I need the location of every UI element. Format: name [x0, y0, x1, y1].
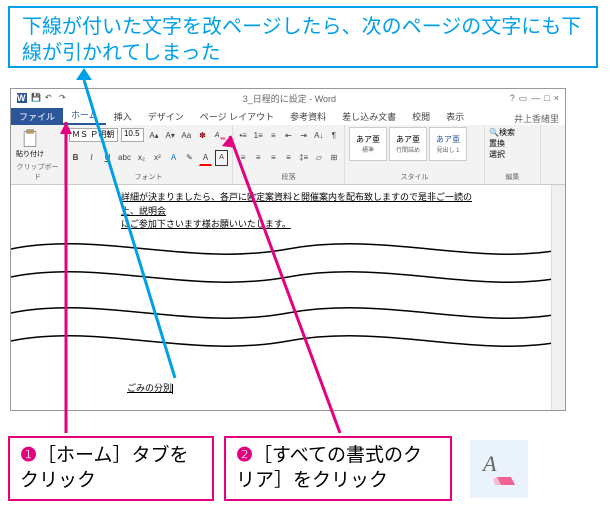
- tab-home[interactable]: ホーム: [63, 106, 106, 125]
- replace-button[interactable]: 置換: [489, 138, 536, 149]
- ribbon-tabs: ファイル ホーム 挿入 デザイン ページ レイアウト 参考資料 差し込み文書 校…: [11, 107, 565, 125]
- svg-text:A: A: [214, 132, 220, 139]
- find-icon: 🔍: [489, 128, 499, 137]
- document-paragraph: 詳細が決まりましたら、各戸に欧定案資料と開催案内を配布致しますので是非ご一読の上…: [121, 191, 481, 232]
- font-color-icon[interactable]: A: [199, 150, 212, 166]
- maximize-icon[interactable]: □: [544, 93, 549, 104]
- paste-label: 貼り付け: [16, 149, 44, 159]
- page2-text: ごみの分別: [127, 381, 173, 394]
- shading-icon[interactable]: ▱: [313, 150, 325, 166]
- word-window: W 💾 ↶ ↷ 3_日程的に設定 - Word ? ▭ — □ × ファイル ホ…: [10, 88, 566, 411]
- show-marks-icon[interactable]: ¶: [328, 127, 340, 143]
- font-size-select[interactable]: 10.5: [121, 128, 145, 142]
- document-title: 3_日程的に設定 - Word: [69, 92, 510, 105]
- paste-button[interactable]: 貼り付け: [15, 127, 45, 161]
- select-button[interactable]: 選択: [489, 149, 536, 160]
- tab-view[interactable]: 表示: [438, 108, 472, 125]
- multilevel-icon[interactable]: ≡: [267, 127, 279, 143]
- step1-text: ［ホーム］タブをクリック: [20, 445, 188, 491]
- align-right-icon[interactable]: ≡: [267, 150, 279, 166]
- page-break-wave-2: [11, 259, 565, 295]
- change-case-icon[interactable]: Aa: [180, 127, 193, 143]
- subscript-icon[interactable]: x₂: [135, 150, 148, 166]
- group-font: ＭＳ Ｐ明朝 10.5 A▴ A▾ Aa ✽ A B I U abc x₂ x²…: [65, 125, 233, 184]
- minimize-icon[interactable]: —: [531, 93, 540, 104]
- decrease-indent-icon[interactable]: ⇤: [282, 127, 294, 143]
- align-center-icon[interactable]: ≡: [252, 150, 264, 166]
- username: 井上香緒里: [514, 112, 559, 125]
- italic-icon[interactable]: I: [85, 150, 98, 166]
- clear-formatting-large-icon: A: [470, 440, 528, 498]
- group-styles: あア亜 標準 あア亜 行間詰め あア亜 見出し 1 スタイル: [345, 125, 485, 184]
- highlight-icon[interactable]: ✎: [183, 150, 196, 166]
- document-area[interactable]: 詳細が決まりましたら、各戸に欧定案資料と開催案内を配布致しますので是非ご一読の上…: [11, 185, 565, 410]
- callout-top: 下線が付いた文字を改ページしたら、次のページの文字にも下線が引かれてしまった: [8, 6, 598, 68]
- tab-mailings[interactable]: 差し込み文書: [334, 108, 404, 125]
- group-clipboard: 貼り付け クリップボード: [11, 125, 65, 184]
- strikethrough-icon[interactable]: abc: [117, 150, 132, 166]
- phonetic-guide-icon[interactable]: ✽: [196, 127, 209, 143]
- tab-layout[interactable]: ページ レイアウト: [192, 108, 282, 125]
- styles-group-label: スタイル: [349, 172, 480, 182]
- justify-icon[interactable]: ≡: [282, 150, 294, 166]
- superscript-icon[interactable]: x²: [151, 150, 164, 166]
- callout-top-text: 下線が付いた文字を改ページしたら、次のページの文字にも下線が引かれてしまった: [22, 16, 581, 64]
- sort-icon[interactable]: A↓: [313, 127, 325, 143]
- clear-formatting-button[interactable]: A: [212, 127, 228, 143]
- tab-references[interactable]: 参考資料: [282, 108, 334, 125]
- step2-text: ［すべての書式のクリア］をクリック: [236, 445, 422, 491]
- line-spacing-icon[interactable]: ‡≡: [298, 150, 310, 166]
- group-editing: 🔍検索 置換 選択 編集: [485, 125, 541, 184]
- numbering-icon[interactable]: 1≡: [252, 127, 264, 143]
- paragraph-group-label: 段落: [237, 172, 340, 182]
- clipboard-label: クリップボード: [15, 162, 60, 182]
- align-left-icon[interactable]: ≡: [237, 150, 249, 166]
- close-icon[interactable]: ×: [554, 93, 559, 104]
- editing-group-label: 編集: [489, 172, 536, 182]
- word-logo-icon: W: [17, 93, 27, 103]
- callout-step1: ❶［ホーム］タブをクリック: [8, 436, 214, 501]
- tab-file[interactable]: ファイル: [11, 108, 63, 125]
- titlebar: W 💾 ↶ ↷ 3_日程的に設定 - Word ? ▭ — □ ×: [11, 89, 565, 107]
- style-normal[interactable]: あア亜 標準: [349, 127, 387, 161]
- bold-icon[interactable]: B: [69, 150, 82, 166]
- text-cursor: [172, 384, 173, 394]
- vertical-scrollbar[interactable]: [551, 185, 565, 410]
- page-break-wave-4: [11, 323, 565, 359]
- shrink-font-icon[interactable]: A▾: [164, 127, 177, 143]
- font-select[interactable]: ＭＳ Ｐ明朝: [69, 128, 118, 142]
- tab-review[interactable]: 校閲: [404, 108, 438, 125]
- style-heading1[interactable]: あア亜 見出し 1: [429, 127, 467, 161]
- svg-text:A: A: [481, 451, 497, 476]
- grow-font-icon[interactable]: A▴: [147, 127, 160, 143]
- callout-step2: ❷［すべての書式のクリア］をクリック: [224, 436, 452, 501]
- step2-number: ❷: [236, 445, 253, 466]
- char-border-icon[interactable]: A: [215, 150, 228, 166]
- underline-icon[interactable]: U: [101, 150, 114, 166]
- increase-indent-icon[interactable]: ⇥: [298, 127, 310, 143]
- tab-design[interactable]: デザイン: [140, 108, 192, 125]
- help-icon[interactable]: ?: [510, 93, 515, 104]
- borders-icon[interactable]: ⊞: [328, 150, 340, 166]
- style-nospacing[interactable]: あア亜 行間詰め: [389, 127, 427, 161]
- bullets-icon[interactable]: •≡: [237, 127, 249, 143]
- redo-icon[interactable]: ↷: [59, 93, 69, 103]
- ribbon: 貼り付け クリップボード ＭＳ Ｐ明朝 10.5 A▴ A▾ Aa ✽ A B …: [11, 125, 565, 185]
- group-paragraph: •≡ 1≡ ≡ ⇤ ⇥ A↓ ¶ ≡ ≡ ≡ ≡ ‡≡ ▱ ⊞ 段落: [233, 125, 345, 184]
- tab-insert[interactable]: 挿入: [106, 108, 140, 125]
- font-group-label: フォント: [69, 172, 228, 182]
- find-button[interactable]: 🔍検索: [489, 127, 536, 138]
- ribbon-display-icon[interactable]: ▭: [519, 93, 528, 104]
- save-icon[interactable]: 💾: [31, 93, 41, 103]
- undo-icon[interactable]: ↶: [45, 93, 55, 103]
- text-effects-icon[interactable]: A: [167, 150, 180, 166]
- quick-access-toolbar: W 💾 ↶ ↷: [17, 93, 69, 103]
- step1-number: ❶: [20, 445, 37, 466]
